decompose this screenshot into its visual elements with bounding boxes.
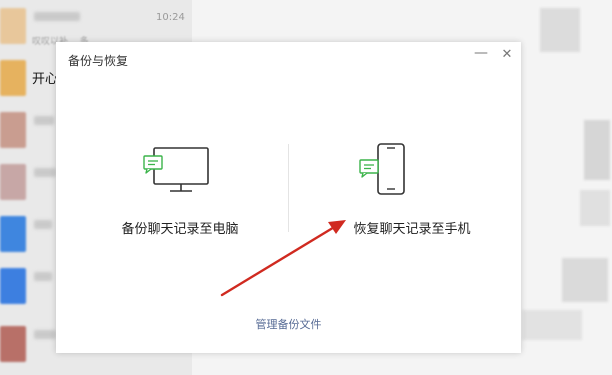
blurred-name — [34, 220, 52, 229]
avatar — [0, 164, 26, 200]
mosaic-block — [562, 258, 608, 302]
backup-to-pc-button[interactable]: 备份聊天记录至电脑 — [80, 142, 280, 242]
manage-backup-files-link[interactable]: 管理备份文件 — [56, 316, 521, 332]
blurred-name — [34, 272, 52, 281]
blurred-name — [34, 330, 56, 339]
minimize-icon[interactable]: — — [472, 46, 490, 64]
close-icon[interactable]: ✕ — [498, 47, 516, 65]
avatar — [0, 60, 26, 96]
mosaic-block — [522, 310, 582, 340]
restore-to-phone-label: 恢复聊天记录至手机 — [353, 222, 471, 237]
mosaic-block — [584, 120, 610, 180]
blurred-name — [34, 116, 54, 125]
mosaic-block — [580, 190, 610, 226]
dialog-title: 备份与恢复 — [68, 54, 129, 68]
avatar — [0, 326, 26, 362]
avatar — [0, 216, 26, 252]
chat-time: 10:24 — [156, 12, 185, 23]
blurred-name — [34, 12, 80, 21]
avatar — [0, 268, 26, 304]
avatar — [0, 112, 26, 148]
divider — [288, 144, 289, 232]
phone-chat-icon — [359, 143, 405, 195]
blurred-name — [34, 168, 56, 177]
chat-name: 开心 — [32, 72, 59, 87]
avatar — [0, 8, 26, 44]
backup-to-pc-label: 备份聊天记录至电脑 — [121, 222, 239, 237]
restore-to-phone-button[interactable]: 恢复聊天记录至手机 — [312, 142, 512, 242]
monitor-chat-icon — [143, 147, 209, 192]
mosaic-block — [540, 8, 580, 52]
backup-restore-dialog: 备份与恢复 — ✕ 备份聊天记录至电脑 恢复聊天记录至手机 管理备份文件 — [56, 42, 521, 353]
